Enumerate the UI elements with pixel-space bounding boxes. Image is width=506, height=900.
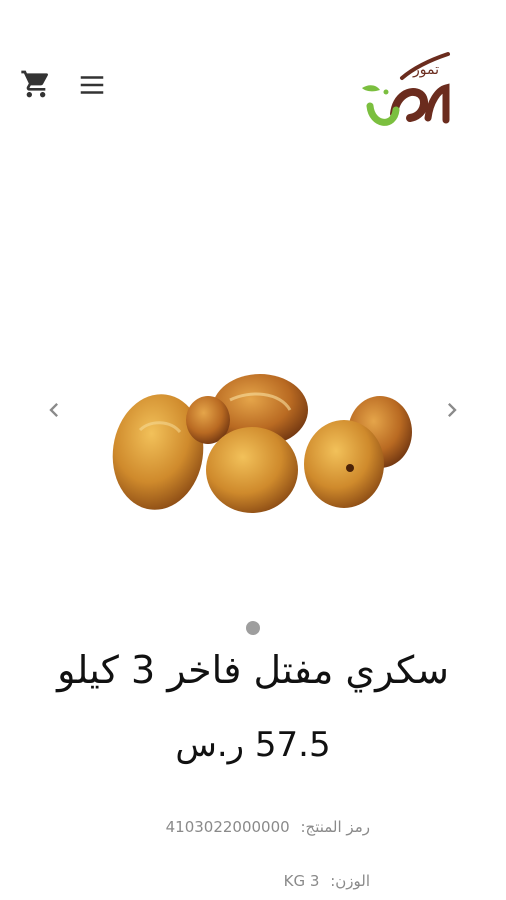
carousel-indicators bbox=[0, 620, 506, 639]
carousel-dot[interactable] bbox=[246, 621, 260, 635]
weight-value: 3 KG bbox=[283, 872, 320, 890]
product-gallery[interactable] bbox=[0, 150, 506, 610]
product-title: سكري مفتل فاخر 3 كيلو bbox=[57, 648, 449, 692]
menu-icon[interactable] bbox=[76, 70, 108, 100]
cart-icon[interactable] bbox=[20, 68, 52, 100]
sku-value: 4103022000000 bbox=[165, 818, 290, 836]
weight-label: الوزن: bbox=[330, 872, 370, 890]
sku-label: رمز المنتج: bbox=[300, 818, 370, 836]
chevron-right-icon[interactable] bbox=[438, 390, 466, 430]
product-price: 57.5 ر.س bbox=[175, 725, 331, 765]
product-image bbox=[112, 374, 412, 513]
chevron-left-icon[interactable] bbox=[40, 390, 68, 430]
app-header: تمور bbox=[0, 0, 506, 140]
product-sku: رمز المنتج: 4103022000000 bbox=[20, 818, 370, 836]
brand-logo[interactable]: تمور bbox=[356, 44, 452, 132]
product-weight: الوزن: 3 KG bbox=[20, 872, 370, 890]
